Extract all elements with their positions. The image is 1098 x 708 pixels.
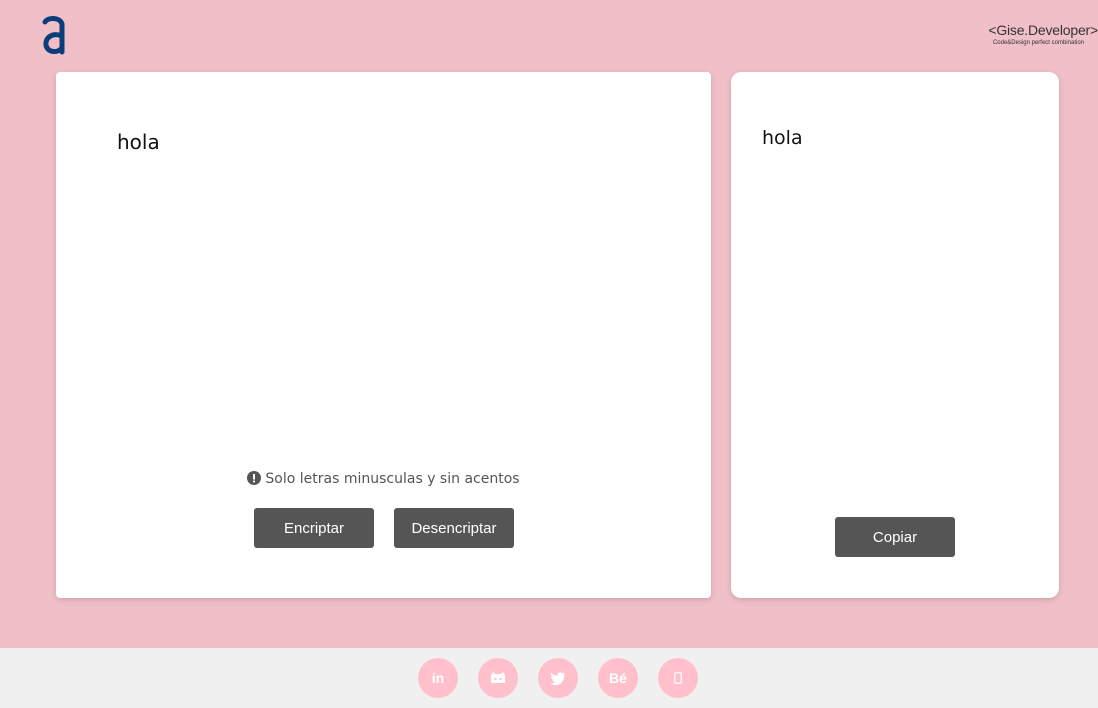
footer: in Bé: [0, 648, 1098, 708]
exclamation-icon: [247, 471, 262, 489]
linkedin-glyph: in: [431, 670, 445, 686]
copy-button[interactable]: Copiar: [835, 517, 955, 557]
brand-name: <Gise.Developer>: [988, 22, 1098, 38]
github-icon[interactable]: [478, 658, 518, 698]
behance-glyph: Bé: [609, 670, 627, 686]
encrypt-button[interactable]: Encriptar: [254, 508, 374, 548]
linkedin-icon[interactable]: in: [418, 658, 458, 698]
hint-text: Solo letras minusculas y sin acentos: [265, 471, 520, 487]
twitter-icon[interactable]: [538, 658, 578, 698]
hint-message: Solo letras minusculas y sin acentos: [56, 471, 711, 489]
alura-logo: [40, 14, 68, 56]
brand-tagline: Code&Design perfect combination: [992, 40, 1084, 46]
brand: <Gise.Developer> Code&Design perfect com…: [968, 22, 1098, 46]
encryptor-panel: hola Solo letras minusculas y sin acento…: [56, 72, 711, 598]
result-text: hola: [762, 127, 803, 149]
decrypt-button[interactable]: Desencriptar: [394, 508, 514, 548]
message-input[interactable]: hola: [117, 130, 160, 154]
phone-icon[interactable]: [658, 658, 698, 698]
behance-icon[interactable]: Bé: [598, 658, 638, 698]
output-panel: hola Copiar: [731, 72, 1059, 598]
